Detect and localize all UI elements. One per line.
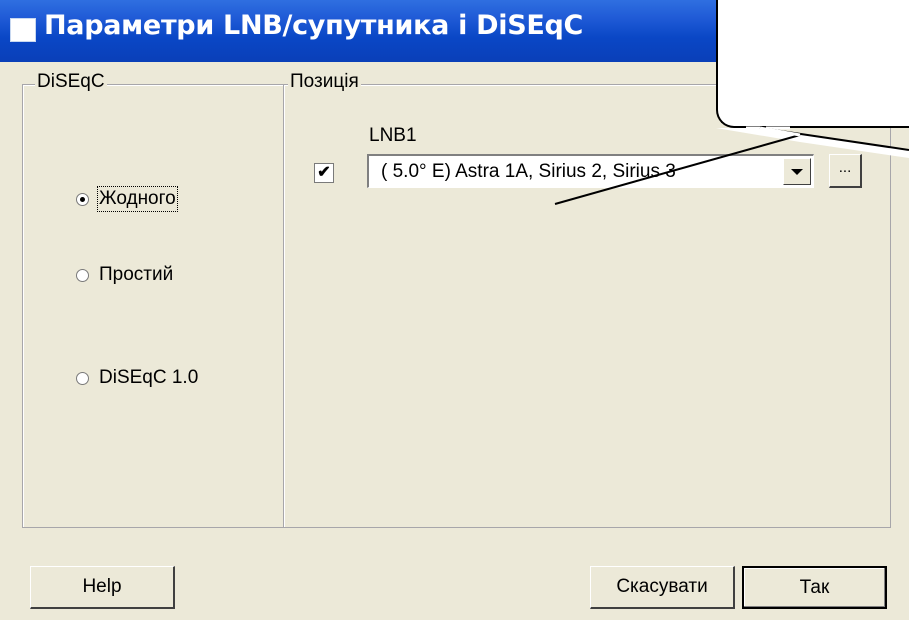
callout-pointer [554, 126, 909, 205]
